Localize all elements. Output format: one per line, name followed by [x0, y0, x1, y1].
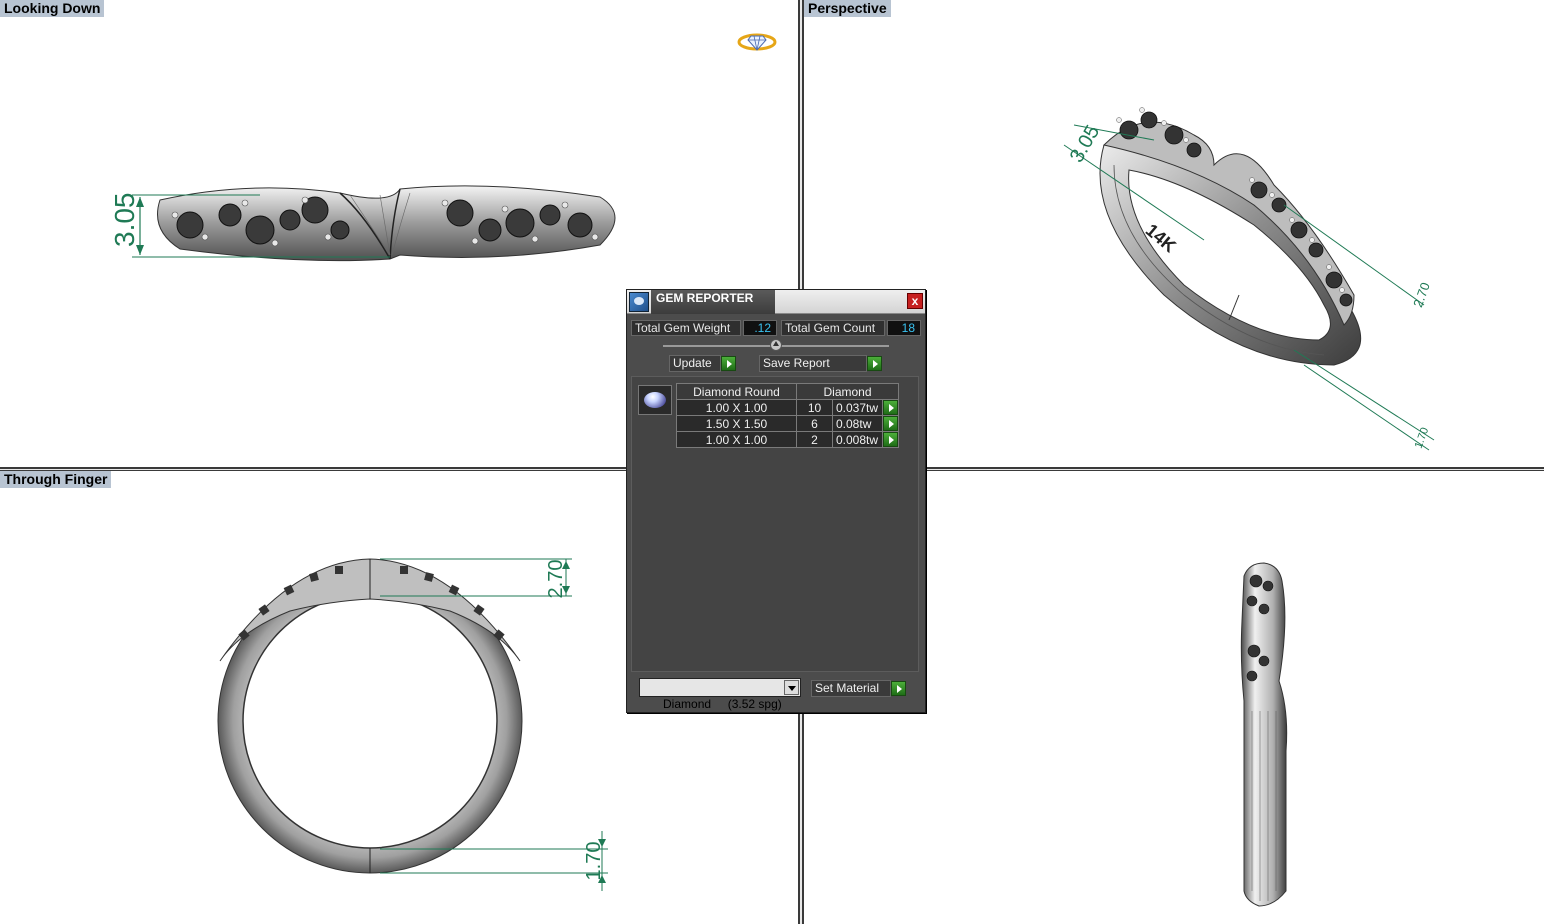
ring-edge-view[interactable] [1234, 561, 1294, 911]
gem-weight-cell: 0.037tw [832, 399, 883, 416]
gem-reporter-titlebar[interactable]: GEM REPORTER x [627, 290, 925, 314]
gem-weight-cell: 0.008tw [832, 431, 883, 448]
gem-count-cell: 2 [796, 431, 833, 448]
gem-table: Diamond Round Diamond 1.00 X 1.00 10 0.0… [676, 383, 899, 448]
gem-table-header-shape: Diamond Round [676, 383, 797, 400]
row-select-icon[interactable] [883, 400, 898, 415]
gem-list-panel: Diamond Round Diamond 1.00 X 1.00 10 0.0… [631, 376, 919, 672]
collapse-toggle-icon[interactable] [770, 339, 782, 351]
viewport-label-perspective: Perspective [804, 0, 891, 17]
app-root: Looking Down 3.05 Perspective 3.05 2.70 … [0, 0, 1544, 924]
material-select-value: Diamond (3.52 spg) [663, 697, 782, 711]
viewport-label-through-finger: Through Finger [0, 471, 112, 488]
gem-count-cell: 6 [796, 415, 833, 432]
dimension-label-looking-down: 3.05 [109, 192, 140, 248]
table-row[interactable]: 1.00 X 1.00 10 0.037tw [676, 399, 899, 416]
close-icon[interactable]: x [907, 293, 923, 309]
gem-table-header-material: Diamond [796, 383, 899, 400]
table-row[interactable]: 1.50 X 1.50 6 0.08tw [676, 415, 899, 432]
gem-size-cell: 1.50 X 1.50 [676, 415, 797, 432]
chevron-down-icon[interactable] [784, 680, 799, 695]
dimension-label-through-finger-bottom: 1.70 [583, 841, 605, 881]
row-select-icon[interactable] [883, 416, 898, 431]
viewport-label-looking-down: Looking Down [0, 0, 105, 17]
material-select[interactable]: Diamond (3.52 spg) [639, 678, 801, 711]
gem-count-cell: 10 [796, 399, 833, 416]
view-orientation-icon[interactable] [736, 30, 778, 54]
dimension-label-through-finger-top: 2.70 [545, 559, 567, 599]
total-gem-weight-value: .12 [743, 320, 777, 336]
total-gem-weight-label: Total Gem Weight [631, 320, 741, 336]
row-select-icon[interactable] [883, 432, 898, 447]
gem-reporter-app-icon [629, 292, 649, 312]
save-report-go-icon[interactable] [867, 356, 882, 371]
update-go-icon[interactable] [721, 356, 736, 371]
table-row[interactable]: 1.00 X 1.00 2 0.008tw [676, 431, 899, 448]
total-gem-count-label: Total Gem Count [781, 320, 885, 336]
set-material-go-icon[interactable] [891, 681, 906, 696]
gem-size-cell: 1.00 X 1.00 [676, 431, 797, 448]
ring-top-view[interactable] [100, 175, 640, 275]
total-gem-count-value: 18 [887, 320, 921, 336]
gem-size-cell: 1.00 X 1.00 [676, 399, 797, 416]
ring-perspective-view[interactable] [1054, 95, 1454, 465]
set-material-button[interactable]: Set Material [811, 680, 891, 697]
gem-reporter-dialog: GEM REPORTER x Total Gem Weight .12 Tota… [626, 289, 926, 713]
update-button[interactable]: Update [669, 355, 721, 372]
save-report-button[interactable]: Save Report [759, 355, 867, 372]
diamond-gem-icon[interactable] [638, 385, 672, 415]
gem-weight-cell: 0.08tw [832, 415, 883, 432]
gem-reporter-title: GEM REPORTER [651, 290, 775, 314]
